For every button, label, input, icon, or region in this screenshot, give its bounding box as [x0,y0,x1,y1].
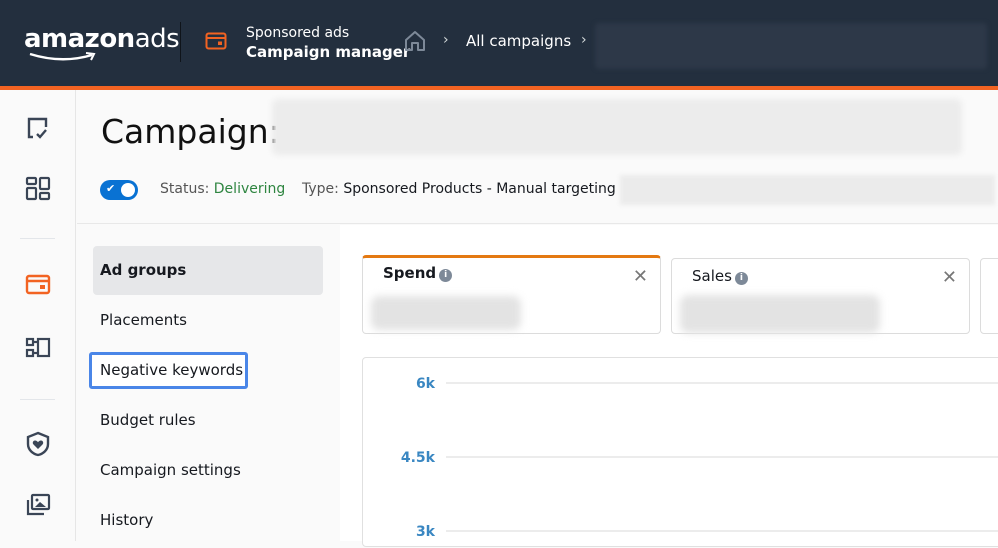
y-tick-label: 6k [416,376,436,392]
chart-svg: 6k 4.5k 3k [401,376,998,540]
performance-chart: 6k 4.5k 3k [362,357,998,547]
check-icon: ✔ [106,182,116,195]
close-icon[interactable]: ✕ [942,267,957,288]
rail-divider [20,399,55,400]
metric-card-partial[interactable] [980,258,998,334]
metric-title: Sales i [692,267,748,285]
page-title: Campaign: [101,112,280,151]
subnav-item-placements[interactable]: Placements [100,311,187,329]
metric-card-spend[interactable]: Spend i ✕ [362,255,661,334]
subnav-item-negative-keywords[interactable]: Negative keywords [100,361,243,379]
campaign-card-icon [205,32,227,54]
info-icon[interactable]: i [734,272,748,285]
campaign-enabled-toggle[interactable]: ✔ [100,180,138,200]
subnav-item-campaign-settings[interactable]: Campaign settings [100,461,241,479]
subnav-item-budget-rules[interactable]: Budget rules [100,411,196,429]
metric-value-redacted [371,296,521,330]
breadcrumb-campaign-redacted[interactable] [595,23,987,69]
subnav-item-history[interactable]: History [100,511,153,529]
metric-value-redacted [680,295,880,333]
type-value: Sponsored Products - Manual targeting [343,181,616,197]
media-library-icon[interactable] [25,493,51,519]
brand-safety-shield-icon[interactable] [25,431,51,457]
task-check-icon[interactable] [25,115,51,141]
campaign-name-redacted [272,99,962,155]
status-value: Delivering [213,181,286,197]
structure-icon[interactable] [25,336,51,362]
toggle-knob [121,183,135,197]
chevron-right-icon: › [443,32,449,48]
campaign-meta-redacted [620,175,995,205]
subnav-item-ad-groups[interactable]: Ad groups [100,261,186,279]
close-icon[interactable]: ✕ [633,266,648,287]
metric-card-sales[interactable]: Sales i ✕ [671,258,970,334]
rail-divider [20,238,55,239]
home-icon[interactable] [403,30,427,56]
info-icon[interactable]: i [439,269,453,282]
left-icon-rail [0,90,76,541]
smile-arrow-icon [29,52,96,61]
type-field: Type: Sponsored Products - Manual target… [302,181,616,197]
metric-title: Spend i [383,264,453,282]
y-tick-label: 3k [416,524,436,540]
top-navigation-bar: amazonads Sponsored ads Campaign manager… [0,0,998,86]
y-tick-label: 4.5k [401,450,436,466]
dashboard-grid-icon[interactable] [25,176,51,202]
status-field: Status: Delivering [160,181,286,197]
campaign-card-icon[interactable] [25,273,51,299]
chevron-right-icon: › [581,32,587,48]
amazon-ads-logo[interactable]: amazonads [24,24,180,61]
breadcrumb-all-campaigns[interactable]: All campaigns [466,32,571,50]
app-title: Sponsored ads Campaign manager [246,25,411,61]
header-divider [180,22,181,62]
